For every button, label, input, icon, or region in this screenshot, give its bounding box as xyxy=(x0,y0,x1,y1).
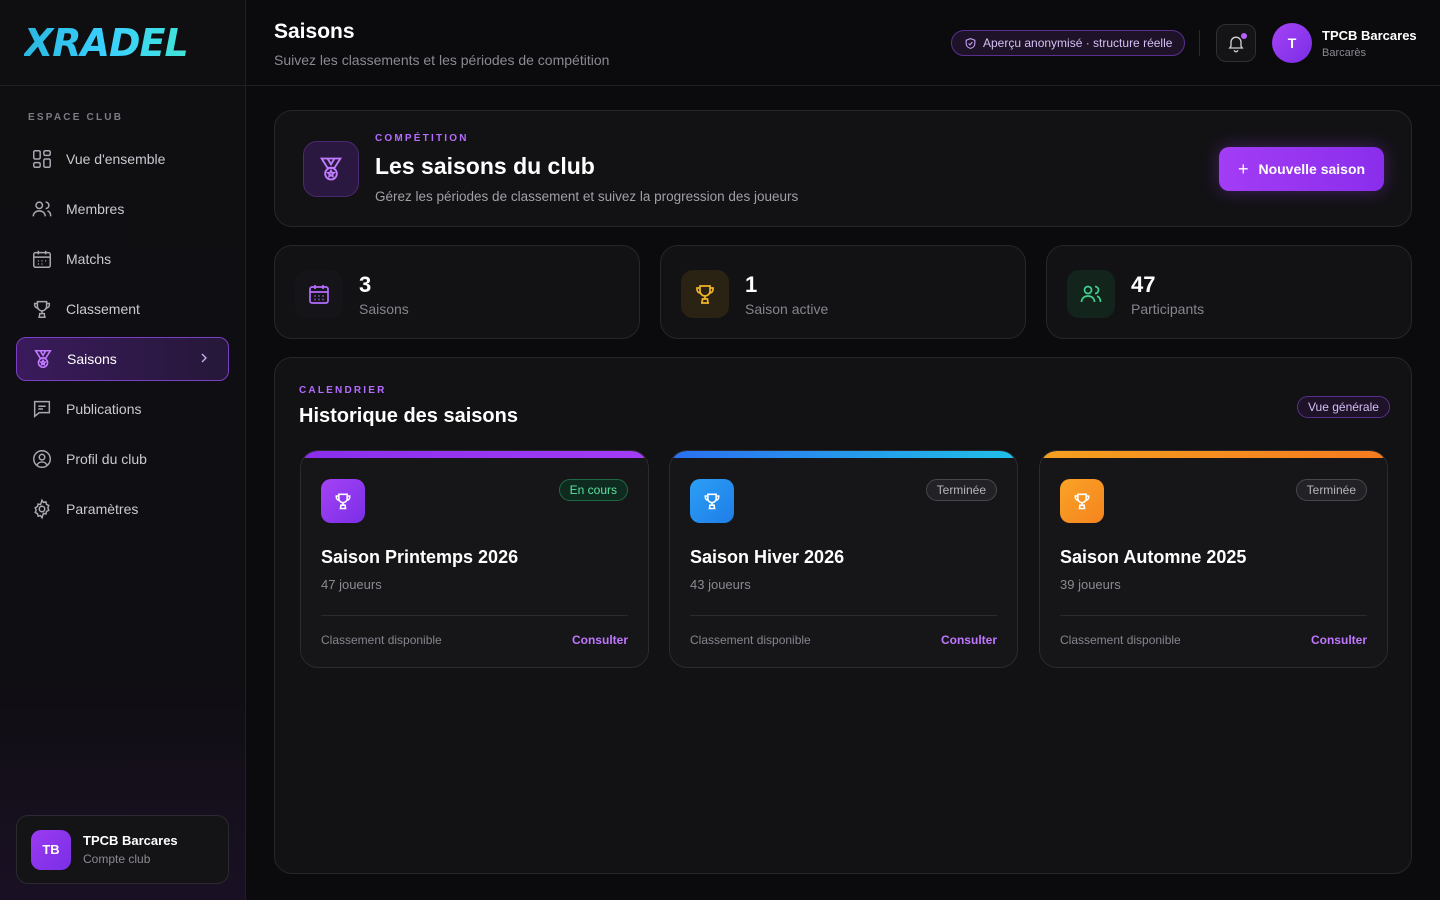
calendar-icon xyxy=(30,247,54,271)
sidebar-item-label: Classement xyxy=(66,301,140,317)
season-name: Saison Automne 2025 xyxy=(1060,547,1247,567)
divider xyxy=(1060,615,1367,616)
user-name: TPCB Barcares xyxy=(1322,28,1417,43)
avatar: TB xyxy=(31,829,71,870)
divider xyxy=(321,615,628,616)
user-circle-icon xyxy=(30,447,54,471)
season-availability: Classement disponible xyxy=(690,633,811,647)
trophy-icon xyxy=(30,297,54,321)
new-season-button-label: Nouvelle saison xyxy=(1258,161,1366,177)
account-card[interactable]: TB TPCB Barcares Compte club xyxy=(16,815,229,884)
notification-dot xyxy=(1241,33,1247,39)
hero-kicker: COMPÉTITION xyxy=(375,133,469,144)
header: Saisons Suivez les classements et les pé… xyxy=(246,0,1440,86)
consult-link[interactable]: Consulter xyxy=(1311,633,1367,647)
sidebar-item-label: Vue d'ensemble xyxy=(66,151,166,167)
season-availability: Classement disponible xyxy=(321,633,442,647)
hero-panel: COMPÉTITION Les saisons du club Gérez le… xyxy=(274,110,1412,227)
stat-card-active-season: 1 Saison active xyxy=(660,245,1026,339)
sidebar-section-label: ESPACE CLUB xyxy=(28,112,124,123)
users-icon xyxy=(1067,270,1115,318)
sidebar-item-label: Membres xyxy=(66,201,125,217)
season-card[interactable]: Terminée Saison Automne 2025 39 joueurs … xyxy=(1039,450,1388,668)
gear-icon xyxy=(30,497,54,521)
season-history-panel: CALENDRIER Historique des saisons Vue gé… xyxy=(274,357,1412,874)
sidebar-item-matches[interactable]: Matchs xyxy=(16,237,229,281)
season-players: 39 joueurs xyxy=(1060,577,1121,592)
grid-icon xyxy=(30,147,54,171)
sidebar-item-label: Profil du club xyxy=(66,451,147,467)
season-accent-bar xyxy=(301,451,648,458)
status-badge: Terminée xyxy=(925,479,997,501)
season-card[interactable]: En cours Saison Printemps 2026 47 joueur… xyxy=(300,450,649,668)
season-name: Saison Printemps 2026 xyxy=(321,547,519,567)
notifications-button[interactable] xyxy=(1216,24,1256,62)
sidebar-item-label: Publications xyxy=(66,401,142,417)
sidebar: XRADEL ESPACE CLUB Vue d'ensemble Membre… xyxy=(0,0,246,900)
account-subtitle: Compte club xyxy=(83,852,151,866)
stat-card-participants: 47 Participants xyxy=(1046,245,1412,339)
logo[interactable]: XRADEL xyxy=(0,0,245,86)
consult-link[interactable]: Consulter xyxy=(941,633,997,647)
users-icon xyxy=(30,197,54,221)
sidebar-nav: Vue d'ensemble Membres Matchs Classement… xyxy=(0,137,245,531)
season-accent-bar xyxy=(670,451,1017,458)
logo-text: XRADEL xyxy=(24,20,189,65)
calendar-icon xyxy=(295,270,343,318)
account-name: TPCB Barcares xyxy=(83,833,178,848)
user-city: Barcarès xyxy=(1322,47,1367,59)
season-players: 47 joueurs xyxy=(321,577,382,592)
stat-value: 47 xyxy=(1131,272,1156,297)
page-title: Saisons xyxy=(274,20,355,43)
user-avatar[interactable]: T xyxy=(1272,23,1312,63)
trophy-icon xyxy=(681,270,729,318)
hero-title: Les saisons du club xyxy=(375,153,595,179)
trophy-icon xyxy=(690,479,734,523)
medal-icon xyxy=(31,347,55,371)
history-title: Historique des saisons xyxy=(299,405,518,427)
divider xyxy=(1199,30,1200,56)
sidebar-item-label: Saisons xyxy=(67,351,117,367)
sidebar-item-ranking[interactable]: Classement xyxy=(16,287,229,331)
stat-label: Participants xyxy=(1131,301,1205,317)
season-accent-bar xyxy=(1040,451,1387,458)
preview-badge: Aperçu anonymisé · structure réelle xyxy=(951,30,1186,56)
hero-description: Gérez les périodes de classement et suiv… xyxy=(375,189,799,204)
season-card[interactable]: Terminée Saison Hiver 2026 43 joueurs Cl… xyxy=(669,450,1018,668)
season-players: 43 joueurs xyxy=(690,577,751,592)
divider xyxy=(690,615,997,616)
stat-card-seasons: 3 Saisons xyxy=(274,245,640,339)
shield-check-icon xyxy=(964,37,983,50)
medal-icon xyxy=(303,141,359,197)
sidebar-item-seasons[interactable]: Saisons xyxy=(16,337,229,381)
season-name: Saison Hiver 2026 xyxy=(690,547,845,567)
status-badge: Terminée xyxy=(1295,479,1367,501)
new-season-button[interactable]: + Nouvelle saison xyxy=(1219,147,1384,191)
sidebar-item-overview[interactable]: Vue d'ensemble xyxy=(16,137,229,181)
preview-badge-text: Aperçu anonymisé · structure réelle xyxy=(983,36,1173,50)
consult-link[interactable]: Consulter xyxy=(572,633,628,647)
stat-value: 3 xyxy=(359,272,372,297)
sidebar-item-settings[interactable]: Paramètres xyxy=(16,487,229,531)
stat-label: Saison active xyxy=(745,301,829,317)
overview-badge[interactable]: Vue générale xyxy=(1297,396,1390,418)
plus-icon: + xyxy=(1237,158,1249,179)
page-subtitle: Suivez les classements et les périodes d… xyxy=(274,52,610,68)
sidebar-item-members[interactable]: Membres xyxy=(16,187,229,231)
trophy-icon xyxy=(321,479,365,523)
status-badge: En cours xyxy=(558,479,628,501)
sidebar-item-label: Paramètres xyxy=(66,501,139,517)
stat-label: Saisons xyxy=(359,301,409,317)
history-kicker: CALENDRIER xyxy=(299,385,387,396)
season-availability: Classement disponible xyxy=(1060,633,1181,647)
message-icon xyxy=(30,397,54,421)
sidebar-item-club-profile[interactable]: Profil du club xyxy=(16,437,229,481)
stat-value: 1 xyxy=(745,272,758,297)
trophy-icon xyxy=(1060,479,1104,523)
chevron-right-icon xyxy=(196,350,212,369)
sidebar-item-label: Matchs xyxy=(66,251,112,267)
sidebar-item-publications[interactable]: Publications xyxy=(16,387,229,431)
